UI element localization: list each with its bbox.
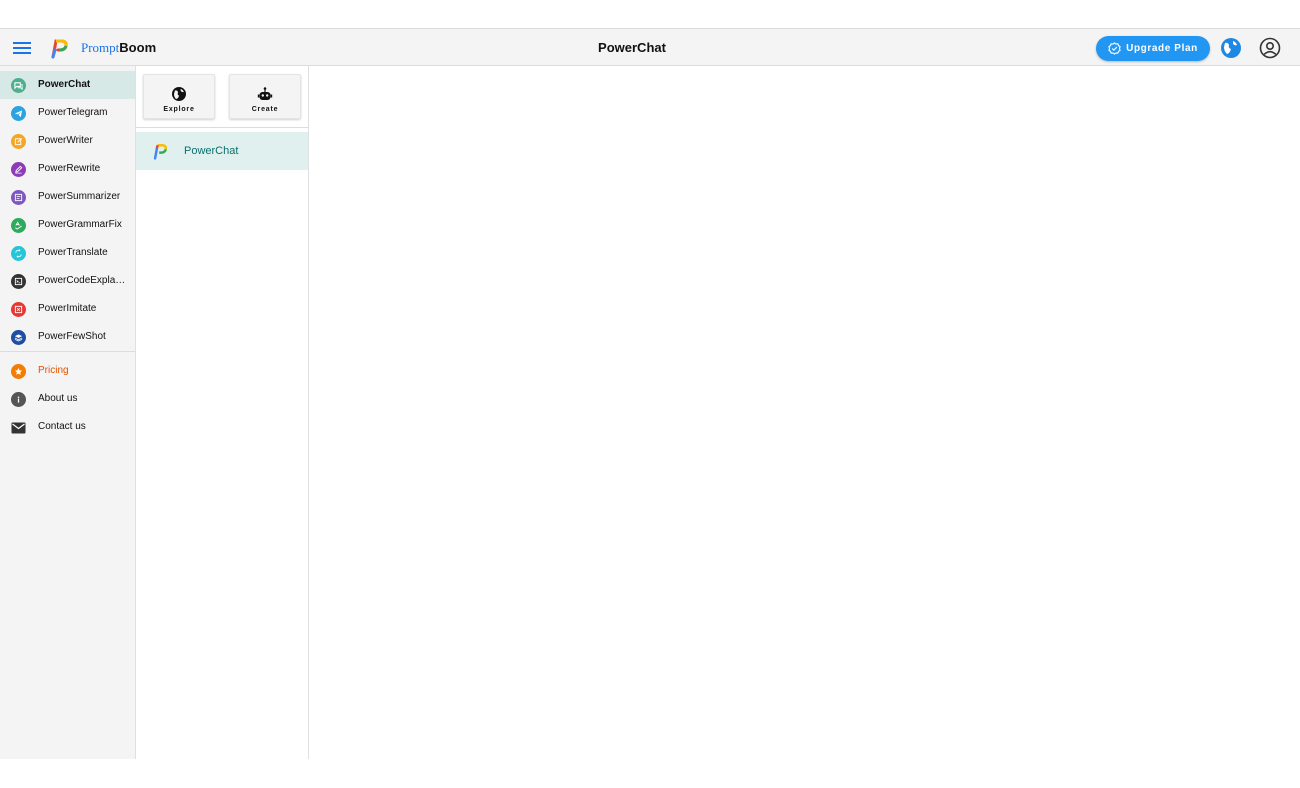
sidebar-item-label: PowerImitate bbox=[38, 303, 97, 314]
telegram-icon bbox=[11, 106, 26, 121]
sidebar-item-powerfewshot[interactable]: PowerFewShot bbox=[0, 323, 135, 351]
sidebar-item-pricing[interactable]: Pricing bbox=[0, 357, 135, 385]
sidebar-item-about-us[interactable]: About us bbox=[0, 385, 135, 413]
promptboom-logo bbox=[153, 144, 168, 160]
sidebar-item-label: PowerRewrite bbox=[38, 163, 101, 174]
star-icon bbox=[11, 364, 26, 379]
sidebar-item-label: PowerSummarizer bbox=[38, 191, 121, 202]
account-circle-icon[interactable] bbox=[1259, 37, 1281, 59]
sidebar-item-powerchat[interactable]: PowerChat bbox=[0, 71, 135, 99]
upgrade-plan-label: Upgrade Plan bbox=[1126, 43, 1198, 54]
sidebar-item-powerrewrite[interactable]: PowerRewrite bbox=[0, 155, 135, 183]
brand-name[interactable]: PromptBoom bbox=[81, 40, 156, 56]
sidebar-item-label: PowerGrammarFix bbox=[38, 219, 122, 230]
sidebar-item-powerwriter[interactable]: PowerWriter bbox=[0, 127, 135, 155]
page-title: PowerChat bbox=[598, 40, 666, 55]
sidebar-item-label: About us bbox=[38, 393, 78, 404]
sidebar-item-powersummarizer[interactable]: PowerSummarizer bbox=[0, 183, 135, 211]
sidebar-item-label: Pricing bbox=[38, 365, 69, 376]
brand-prompt: Prompt bbox=[81, 40, 120, 55]
info-icon bbox=[11, 392, 26, 407]
sidebar-item-powertranslate[interactable]: PowerTranslate bbox=[0, 239, 135, 267]
brand-boom: Boom bbox=[119, 40, 157, 55]
mail-icon bbox=[11, 420, 26, 435]
verified-badge-icon bbox=[1108, 42, 1121, 55]
sidebar-item-label: PowerTranslate bbox=[38, 247, 108, 258]
chat-icon bbox=[11, 78, 26, 93]
create-label: Create bbox=[251, 106, 279, 113]
panel-divider bbox=[136, 127, 309, 128]
sidebar-item-label: PowerFewShot bbox=[38, 331, 106, 342]
sidebar-item-label: PowerWriter bbox=[38, 135, 93, 146]
explore-label: Explore bbox=[163, 106, 195, 113]
sidebar-item-powercodeexplainer[interactable]: PowerCodeExpla… bbox=[0, 267, 135, 295]
sidebar-item-label: Contact us bbox=[38, 421, 86, 432]
edit-note-icon bbox=[11, 134, 26, 149]
bot-panel: Explore Create PowerChat bbox=[136, 66, 309, 759]
pen-icon bbox=[11, 162, 26, 177]
layers-icon bbox=[11, 330, 26, 345]
globe-icon bbox=[172, 87, 186, 101]
sidebar-divider bbox=[0, 351, 135, 352]
sidebar-nav: PowerChat PowerTelegram PowerWriter Powe… bbox=[0, 66, 136, 759]
sidebar-item-powerimitate[interactable]: PowerImitate bbox=[0, 295, 135, 323]
robot-icon bbox=[257, 87, 273, 100]
sidebar-item-label: PowerChat bbox=[38, 79, 91, 90]
sidebar-item-powertelegram[interactable]: PowerTelegram bbox=[0, 99, 135, 127]
sidebar-item-contact-us[interactable]: Contact us bbox=[0, 413, 135, 441]
terminal-icon bbox=[11, 274, 26, 289]
menu-icon[interactable] bbox=[12, 40, 32, 56]
imitate-icon bbox=[11, 302, 26, 317]
create-button[interactable]: Create bbox=[229, 74, 301, 119]
top-app-bar: PromptBoom PowerChat Upgrade Plan bbox=[0, 28, 1300, 66]
bot-item-label: PowerChat bbox=[184, 145, 239, 157]
bot-item-powerchat[interactable]: PowerChat bbox=[136, 132, 308, 170]
translate-icon bbox=[11, 246, 26, 261]
globe-icon[interactable] bbox=[1220, 37, 1242, 59]
chat-content-area bbox=[310, 66, 1300, 759]
upgrade-plan-button[interactable]: Upgrade Plan bbox=[1096, 36, 1210, 61]
app-window: PromptBoom PowerChat Upgrade Plan PowerC… bbox=[0, 28, 1300, 759]
summary-icon bbox=[11, 190, 26, 205]
sidebar-item-powergrammarfix[interactable]: PowerGrammarFix bbox=[0, 211, 135, 239]
sidebar-item-label: PowerTelegram bbox=[38, 107, 108, 118]
spellcheck-icon bbox=[11, 218, 26, 233]
sidebar-item-label: PowerCodeExpla… bbox=[38, 275, 126, 286]
promptboom-logo[interactable] bbox=[48, 37, 70, 59]
explore-button[interactable]: Explore bbox=[143, 74, 215, 119]
